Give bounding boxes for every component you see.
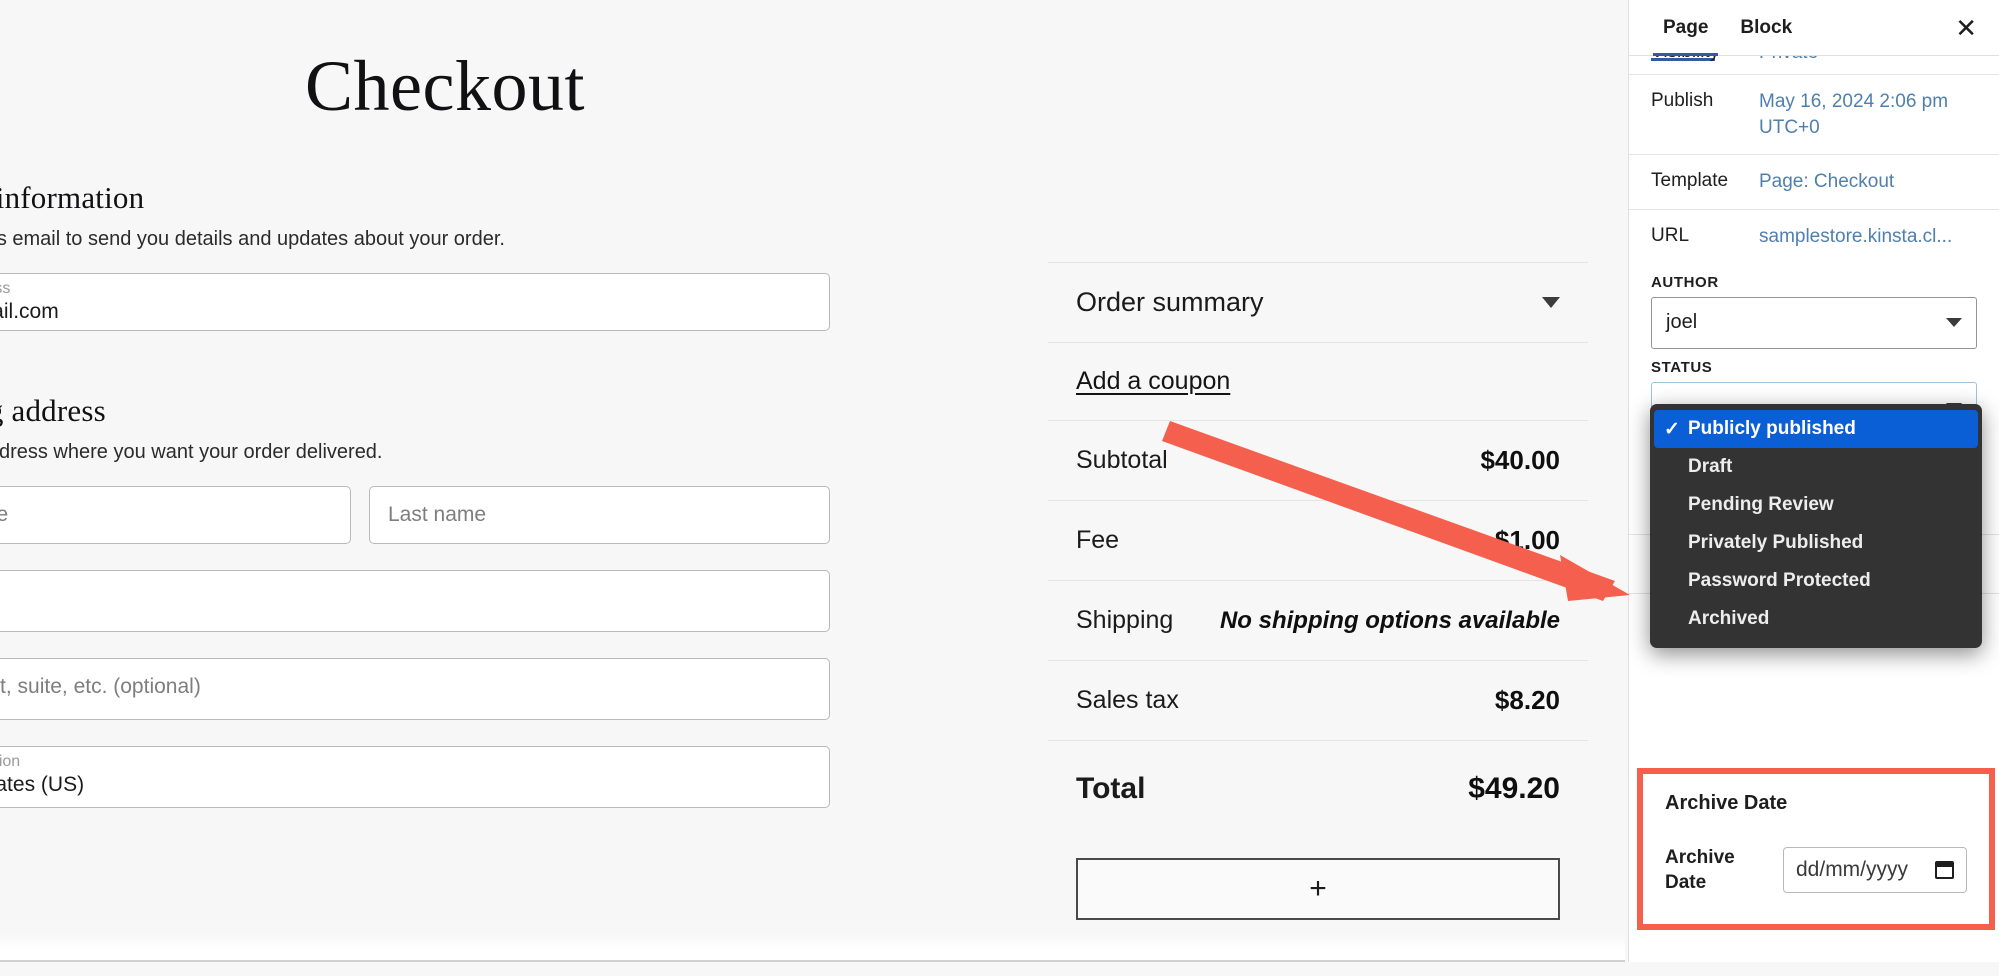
dropdown-item-label: Publicly published <box>1688 418 1856 440</box>
sidebar-tabs: Page Block ✕ <box>1629 0 1999 56</box>
status-dropdown-menu[interactable]: ✓ Publicly published Draft Pending Revie… <box>1650 404 1982 648</box>
canvas-bottom-edge <box>0 932 1625 962</box>
coupon-row[interactable]: Add a coupon <box>1048 342 1588 420</box>
template-label: Template <box>1651 169 1759 192</box>
url-row[interactable]: URL samplestore.kinsta.cl... <box>1629 210 1999 264</box>
first-name-placeholder: First name <box>0 503 8 527</box>
name-row: First name Last name <box>0 486 830 570</box>
fee-label: Fee <box>1076 526 1119 555</box>
order-summary-title: Order summary <box>1076 287 1264 318</box>
total-label: Total <box>1076 772 1145 806</box>
table-row-total: Total $49.20 <box>1048 740 1588 836</box>
url-value[interactable]: samplestore.kinsta.cl... <box>1759 224 1977 250</box>
visibility-value[interactable]: Private <box>1759 56 1977 66</box>
dropdown-item-privately-published[interactable]: Privately Published <box>1650 524 1982 562</box>
dropdown-item-draft[interactable]: Draft <box>1650 448 1982 486</box>
archive-date-field-row: Archive Date dd/mm/yyyy <box>1643 829 1989 924</box>
last-name-placeholder: Last name <box>388 503 486 527</box>
shipping-value: No shipping options available <box>1220 607 1560 635</box>
template-value[interactable]: Page: Checkout <box>1759 169 1977 195</box>
table-row: Fee $1.00 <box>1048 500 1588 580</box>
author-select[interactable]: joel <box>1651 297 1977 349</box>
dropdown-item-label: Pending Review <box>1688 494 1834 516</box>
dropdown-item-label: Draft <box>1688 456 1732 478</box>
archive-date-placeholder: dd/mm/yyyy <box>1796 858 1908 882</box>
order-summary-toggle[interactable]: Order summary <box>1048 262 1588 342</box>
contact-information-heading: Contact information <box>0 180 830 216</box>
first-name-field[interactable]: First name <box>0 486 351 544</box>
apartment-placeholder: Apartment, suite, etc. (optional) <box>0 675 201 699</box>
shipping-address-heading: Shipping address <box>0 393 830 429</box>
add-coupon-link[interactable]: Add a coupon <box>1076 367 1230 396</box>
close-icon[interactable]: ✕ <box>1955 15 1977 41</box>
apartment-field[interactable]: Apartment, suite, etc. (optional) <box>0 658 830 720</box>
subtotal-label: Subtotal <box>1076 446 1168 475</box>
publish-label: Publish <box>1651 89 1759 112</box>
calendar-icon[interactable] <box>1935 861 1954 879</box>
archive-date-panel-title: Archive Date <box>1665 792 1787 815</box>
tab-block[interactable]: Block <box>1724 0 1808 56</box>
archive-date-field-label: Archive Date <box>1665 845 1765 896</box>
chevron-down-icon <box>1946 318 1962 327</box>
dropdown-item-publicly-published[interactable]: ✓ Publicly published <box>1654 410 1978 448</box>
country-field-value: United States (US) <box>0 773 84 797</box>
sales-tax-value: $8.20 <box>1495 685 1560 716</box>
email-field-value: joel@gmail.com <box>0 300 59 324</box>
contact-information-description: We'll use this email to send you details… <box>0 228 830 251</box>
dropdown-item-pending-review[interactable]: Pending Review <box>1650 486 1982 524</box>
country-field[interactable]: Country/Region United States (US) <box>0 746 830 808</box>
add-block-button[interactable]: + <box>1076 858 1560 920</box>
publish-value[interactable]: May 16, 2024 2:06 pm UTC+0 <box>1759 89 1977 140</box>
page-title: Checkout <box>0 45 970 128</box>
order-summary: Order summary Add a coupon Subtotal $40.… <box>1048 262 1588 920</box>
chevron-down-icon[interactable] <box>1542 297 1560 308</box>
sales-tax-label: Sales tax <box>1076 686 1179 715</box>
table-row: Sales tax $8.20 <box>1048 660 1588 740</box>
archive-date-panel-header[interactable]: Archive Date <box>1643 774 1989 829</box>
table-row: Shipping No shipping options available <box>1048 580 1588 660</box>
editor-canvas: Checkout Contact information We'll use t… <box>0 0 1625 962</box>
shipping-label: Shipping <box>1076 606 1173 635</box>
dropdown-item-label: Archived <box>1688 608 1769 630</box>
archive-date-panel: Archive Date Archive Date dd/mm/yyyy <box>1637 768 1995 930</box>
address-field[interactable]: Address <box>0 570 830 632</box>
fee-value: $1.00 <box>1495 525 1560 556</box>
shipping-address-description: Enter the address where you want your or… <box>0 441 830 464</box>
template-row[interactable]: Template Page: Checkout <box>1629 155 1999 209</box>
country-field-label: Country/Region <box>0 753 20 771</box>
visibility-row[interactable]: Visibility Private <box>1629 56 1999 74</box>
dropdown-item-password-protected[interactable]: Password Protected <box>1650 562 1982 600</box>
dropdown-item-archived[interactable]: Archived <box>1650 600 1982 638</box>
checkout-form: Contact information We'll use this email… <box>0 180 830 834</box>
total-value: $49.20 <box>1468 772 1560 806</box>
table-row: Subtotal $40.00 <box>1048 420 1588 500</box>
url-label: URL <box>1651 224 1759 247</box>
subtotal-value: $40.00 <box>1480 445 1560 476</box>
screen: Checkout Contact information We'll use t… <box>0 0 1999 976</box>
status-label: STATUS <box>1629 349 1999 382</box>
author-select-value: joel <box>1666 311 1697 334</box>
dropdown-item-label: Privately Published <box>1688 532 1863 554</box>
visibility-label: Visibility <box>1651 56 1759 63</box>
publish-row[interactable]: Publish May 16, 2024 2:06 pm UTC+0 <box>1629 75 1999 154</box>
author-label: AUTHOR <box>1629 264 1999 297</box>
tab-page[interactable]: Page <box>1647 0 1724 56</box>
email-field[interactable]: Email address joel@gmail.com <box>0 273 830 331</box>
plus-icon: + <box>1309 874 1327 904</box>
last-name-field[interactable]: Last name <box>369 486 830 544</box>
check-icon: ✓ <box>1664 418 1688 441</box>
dropdown-item-label: Password Protected <box>1688 570 1871 592</box>
email-field-label: Email address <box>0 280 10 298</box>
archive-date-input[interactable]: dd/mm/yyyy <box>1783 847 1967 893</box>
